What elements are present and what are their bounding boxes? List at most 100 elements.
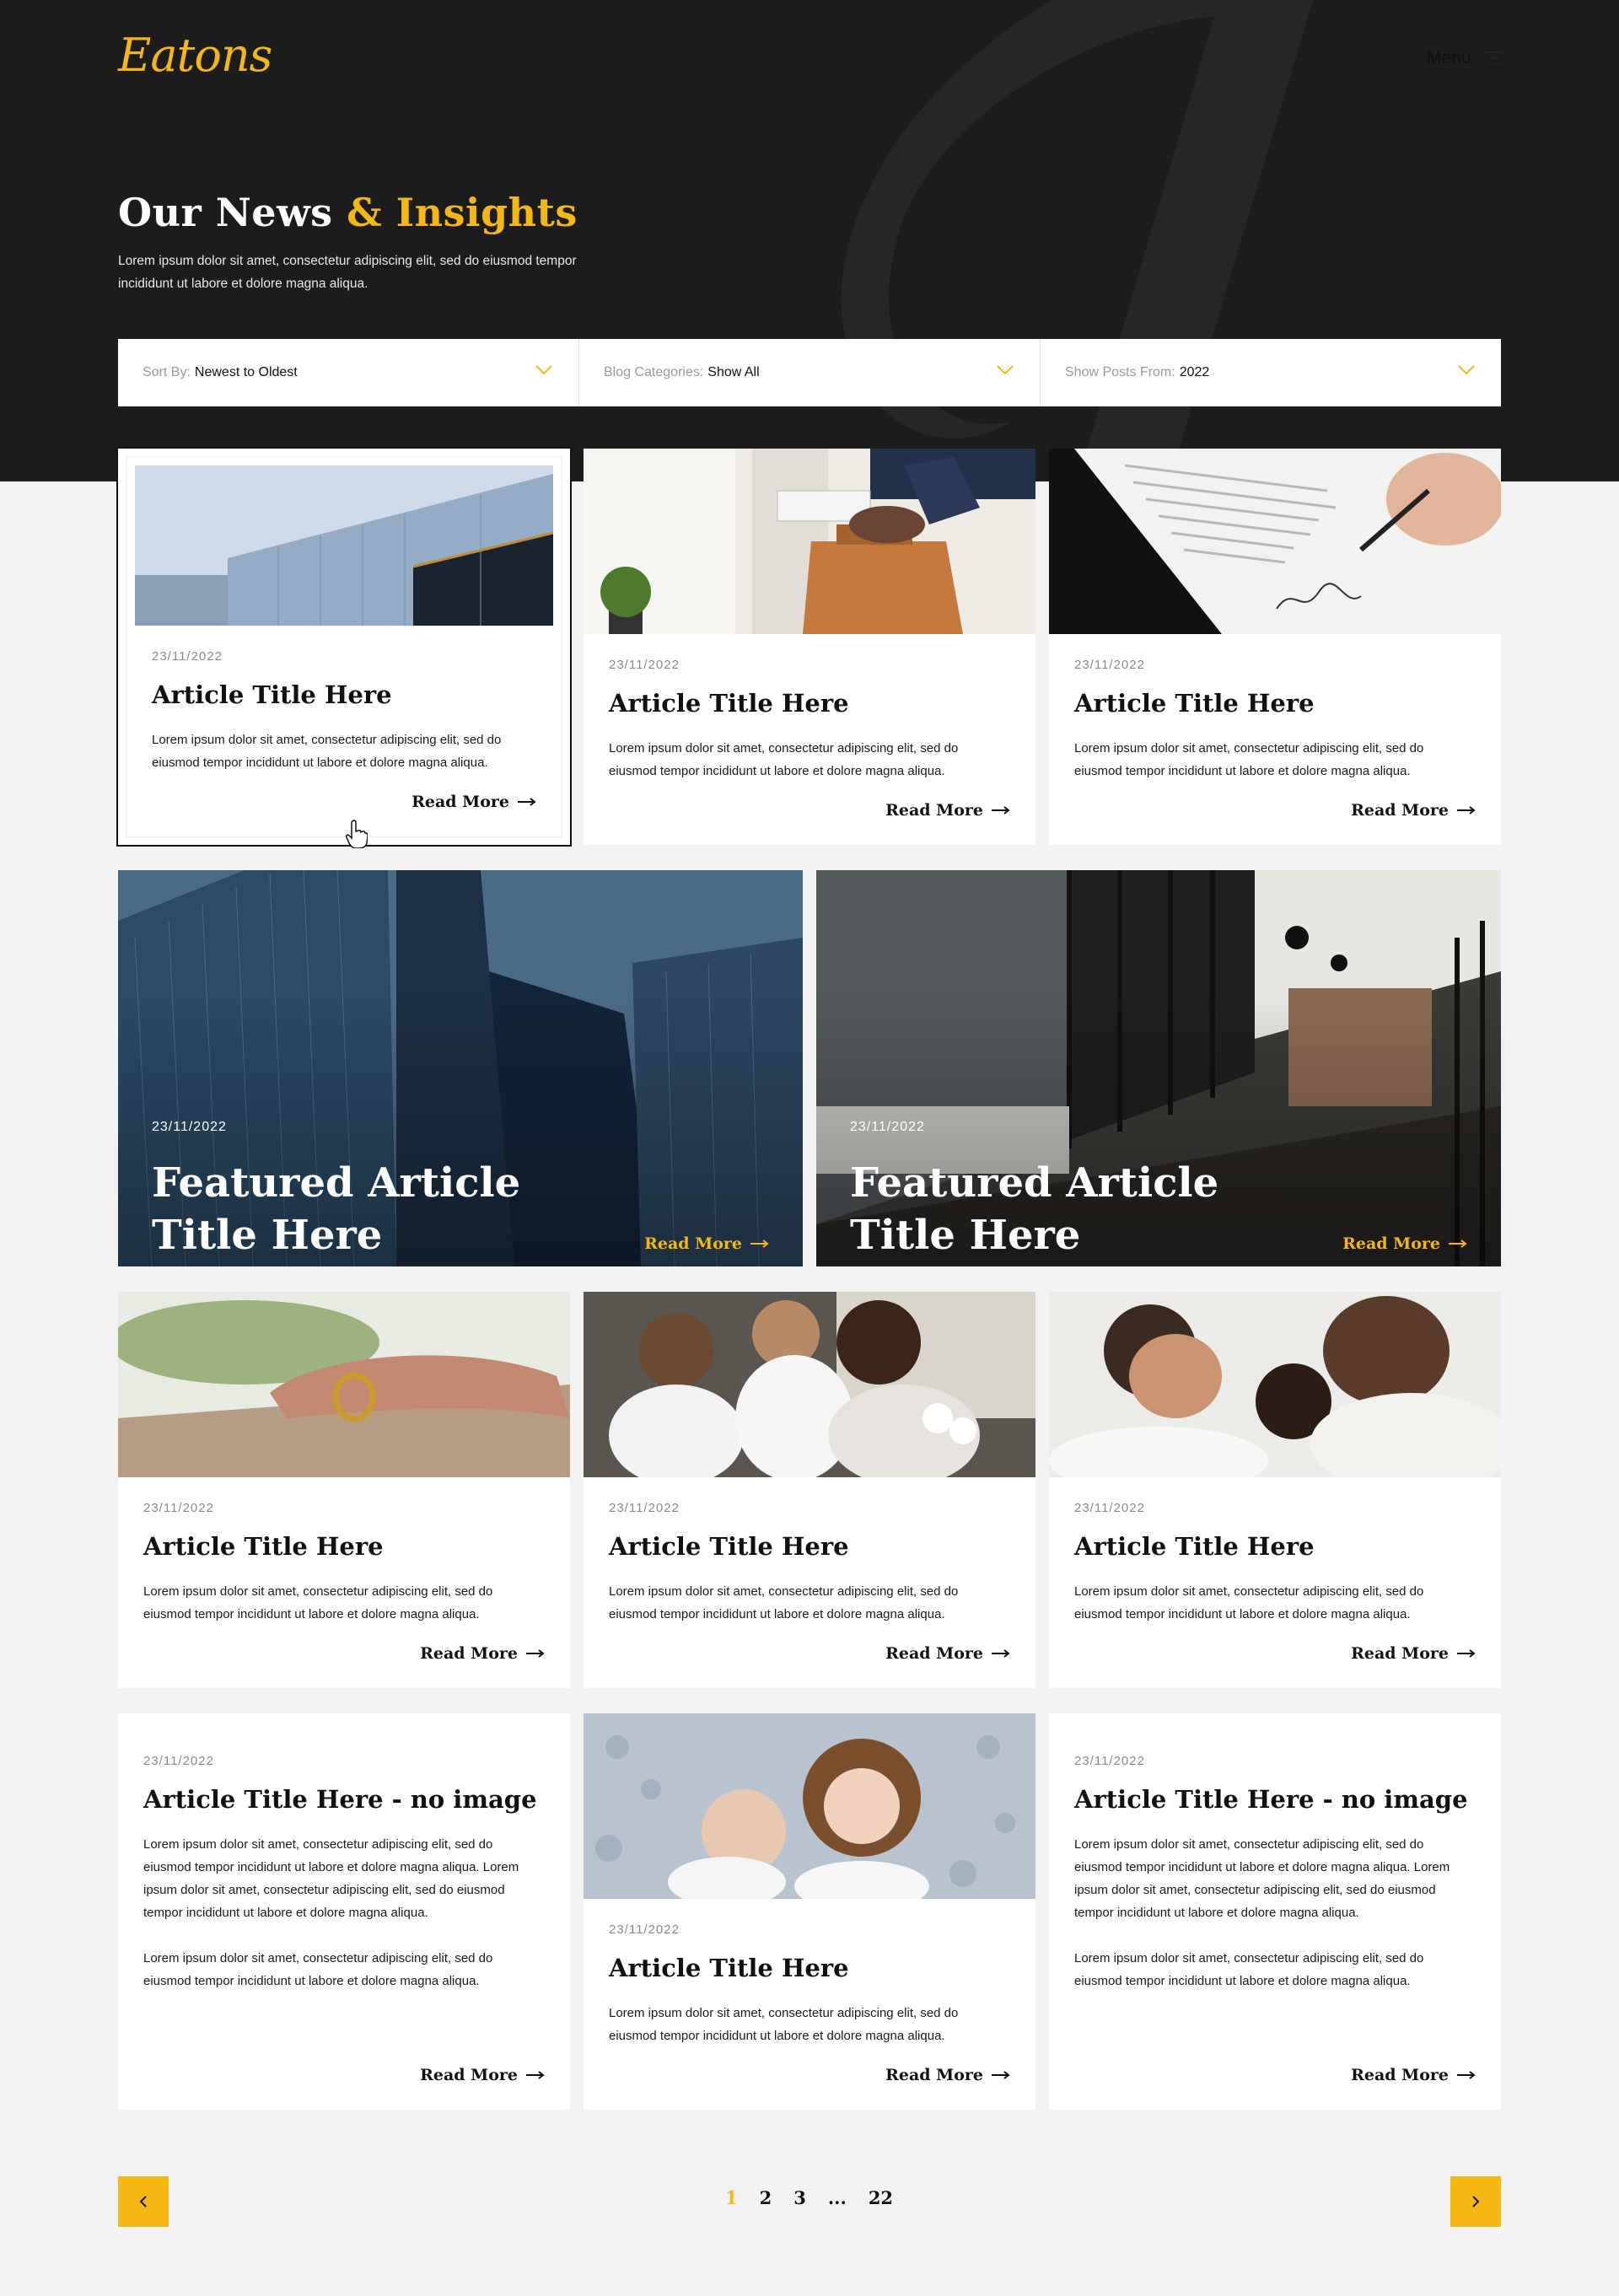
page-link[interactable]: 1: [725, 2187, 738, 2208]
prev-page-button[interactable]: [118, 2176, 169, 2227]
chevron-down-icon: [1458, 365, 1475, 375]
article-excerpt: Lorem ipsum dolor sit amet, consectetur …: [143, 1584, 493, 1621]
arrow-right-icon: [1457, 1649, 1476, 1658]
article-card[interactable]: 23/11/2022 Article Title Here Lorem ipsu…: [1049, 1292, 1501, 1688]
article-excerpt: Lorem ipsum dolor sit amet, consectetur …: [1074, 1584, 1424, 1621]
read-more-link[interactable]: Read More: [420, 2066, 545, 2084]
article-card[interactable]: 23/11/2022 Article Title Here - no image…: [118, 1713, 570, 2110]
article-title[interactable]: Article Title Here - no image: [1074, 1785, 1468, 1814]
sort-by-select[interactable]: Sort By: Newest to Oldest: [118, 339, 579, 406]
article-image: [1049, 1292, 1501, 1477]
article-excerpt: Lorem ipsum dolor sit amet, consectetur …: [609, 2006, 959, 2043]
read-more-label: Read More: [1351, 2066, 1449, 2084]
arrow-right-icon: [518, 798, 536, 806]
menu-button[interactable]: Menu: [1427, 48, 1502, 68]
chevron-right-icon: [1472, 2196, 1480, 2207]
article-card[interactable]: 23/11/2022 Article Title Here Lorem ipsu…: [116, 447, 572, 847]
next-page-button[interactable]: [1450, 2176, 1501, 2227]
article-date: 23/11/2022: [609, 658, 680, 672]
featured-date: 23/11/2022: [152, 1120, 227, 1134]
read-more-link[interactable]: Read More: [885, 1644, 1010, 1663]
read-more-label: Read More: [885, 1644, 983, 1663]
article-title[interactable]: Article Title Here - no image: [143, 1785, 537, 1814]
chevron-left-icon: [139, 2196, 147, 2207]
article-title[interactable]: Article Title Here: [1074, 689, 1315, 718]
brand-logo[interactable]: Eatons: [118, 29, 272, 82]
read-more-label: Read More: [1351, 801, 1449, 820]
read-more-link[interactable]: Read More: [1351, 2066, 1476, 2084]
read-more-link[interactable]: Read More: [644, 1234, 769, 1253]
page-description: Lorem ipsum dolor sit amet, consectetur …: [118, 254, 577, 291]
page-link[interactable]: 2: [760, 2187, 772, 2208]
page-ellipsis: ...: [827, 2187, 847, 2208]
article-card[interactable]: 23/11/2022 Article Title Here Lorem ipsu…: [118, 1292, 570, 1688]
read-more-link[interactable]: Read More: [1351, 801, 1476, 820]
page-link[interactable]: 22: [869, 2187, 893, 2208]
article-card[interactable]: 23/11/2022 Article Title Here - no image…: [1049, 1713, 1501, 2110]
filter-value: Newest to Oldest: [194, 365, 298, 379]
hand-cursor-icon: [346, 820, 368, 848]
chevron-down-icon: [535, 365, 552, 375]
page-title: Our News & Insights: [118, 190, 578, 235]
article-image: [584, 1713, 1035, 1899]
article-card[interactable]: 23/11/2022 Article Title Here Lorem ipsu…: [584, 1292, 1035, 1688]
arrow-right-icon: [992, 2071, 1010, 2079]
arrow-right-icon: [750, 1239, 769, 1248]
read-more-link[interactable]: Read More: [411, 793, 536, 811]
article-date: 23/11/2022: [152, 649, 223, 664]
filter-value: 2022: [1179, 365, 1210, 379]
article-title[interactable]: Article Title Here: [143, 1532, 384, 1561]
article-excerpt: Lorem ipsum dolor sit amet, consectetur …: [1074, 741, 1424, 778]
page-link[interactable]: 3: [793, 2187, 806, 2208]
read-more-link[interactable]: Read More: [885, 2066, 1010, 2084]
pagination: 1 2 3 ... 22: [725, 2187, 893, 2208]
featured-article-card[interactable]: 23/11/2022 Featured Article Title Here R…: [816, 870, 1501, 1266]
logo-watermark-icon: [841, 0, 1552, 481]
menu-label: Menu: [1427, 48, 1471, 67]
article-title[interactable]: Article Title Here: [609, 689, 849, 718]
read-more-label: Read More: [411, 793, 509, 811]
article-card[interactable]: 23/11/2022 Article Title Here Lorem ipsu…: [1049, 449, 1501, 845]
article-date: 23/11/2022: [1074, 658, 1145, 672]
article-title[interactable]: Article Title Here: [152, 680, 392, 709]
read-more-link[interactable]: Read More: [420, 1644, 545, 1663]
read-more-link[interactable]: Read More: [885, 801, 1010, 820]
article-title[interactable]: Article Title Here: [609, 1954, 849, 1982]
article-title[interactable]: Article Title Here: [1074, 1532, 1315, 1561]
filter-label: Sort By:: [143, 365, 191, 379]
filter-value: Show All: [707, 365, 760, 379]
arrow-right-icon: [1457, 806, 1476, 815]
arrow-right-icon: [1449, 1239, 1467, 1248]
article-title[interactable]: Article Title Here: [609, 1532, 849, 1561]
article-date: 23/11/2022: [143, 1754, 214, 1768]
article-excerpt: Lorem ipsum dolor sit amet, consectetur …: [143, 1837, 519, 1920]
article-date: 23/11/2022: [1074, 1501, 1145, 1515]
blog-categories-select[interactable]: Blog Categories: Show All: [579, 339, 1041, 406]
article-date: 23/11/2022: [609, 1922, 680, 1937]
hamburger-icon: [1482, 51, 1502, 65]
show-posts-from-select[interactable]: Show Posts From: 2022: [1041, 339, 1501, 406]
article-card[interactable]: 23/11/2022 Article Title Here Lorem ipsu…: [584, 449, 1035, 845]
read-more-label: Read More: [1351, 1644, 1449, 1663]
article-image: [584, 449, 1035, 634]
article-image: [118, 1292, 570, 1477]
arrow-right-icon: [1457, 2071, 1476, 2079]
article-date: 23/11/2022: [1074, 1754, 1145, 1768]
arrow-right-icon: [526, 1649, 545, 1658]
article-card[interactable]: 23/11/2022 Article Title Here Lorem ipsu…: [584, 1713, 1035, 2110]
filter-label: Show Posts From:: [1065, 365, 1175, 379]
featured-title[interactable]: Featured Article Title Here: [152, 1157, 573, 1261]
article-excerpt-extra: Lorem ipsum dolor sit amet, consectetur …: [1074, 1951, 1424, 1988]
featured-article-card[interactable]: 23/11/2022 Featured Article Title Here R…: [118, 870, 803, 1266]
breadcrumb[interactable]: Blog: [118, 170, 145, 186]
article-excerpt-extra: Lorem ipsum dolor sit amet, consectetur …: [143, 1951, 493, 1988]
filter-bar: Sort By: Newest to Oldest Blog Categorie…: [118, 339, 1501, 406]
read-more-link[interactable]: Read More: [1342, 1234, 1467, 1253]
page-title-accent: & Insights: [347, 190, 578, 235]
featured-title[interactable]: Featured Article Title Here: [850, 1157, 1272, 1261]
arrow-right-icon: [992, 1649, 1010, 1658]
read-more-label: Read More: [885, 2066, 983, 2084]
article-excerpt: Lorem ipsum dolor sit amet, consectetur …: [609, 741, 959, 778]
read-more-link[interactable]: Read More: [1351, 1644, 1476, 1663]
read-more-label: Read More: [644, 1234, 742, 1253]
